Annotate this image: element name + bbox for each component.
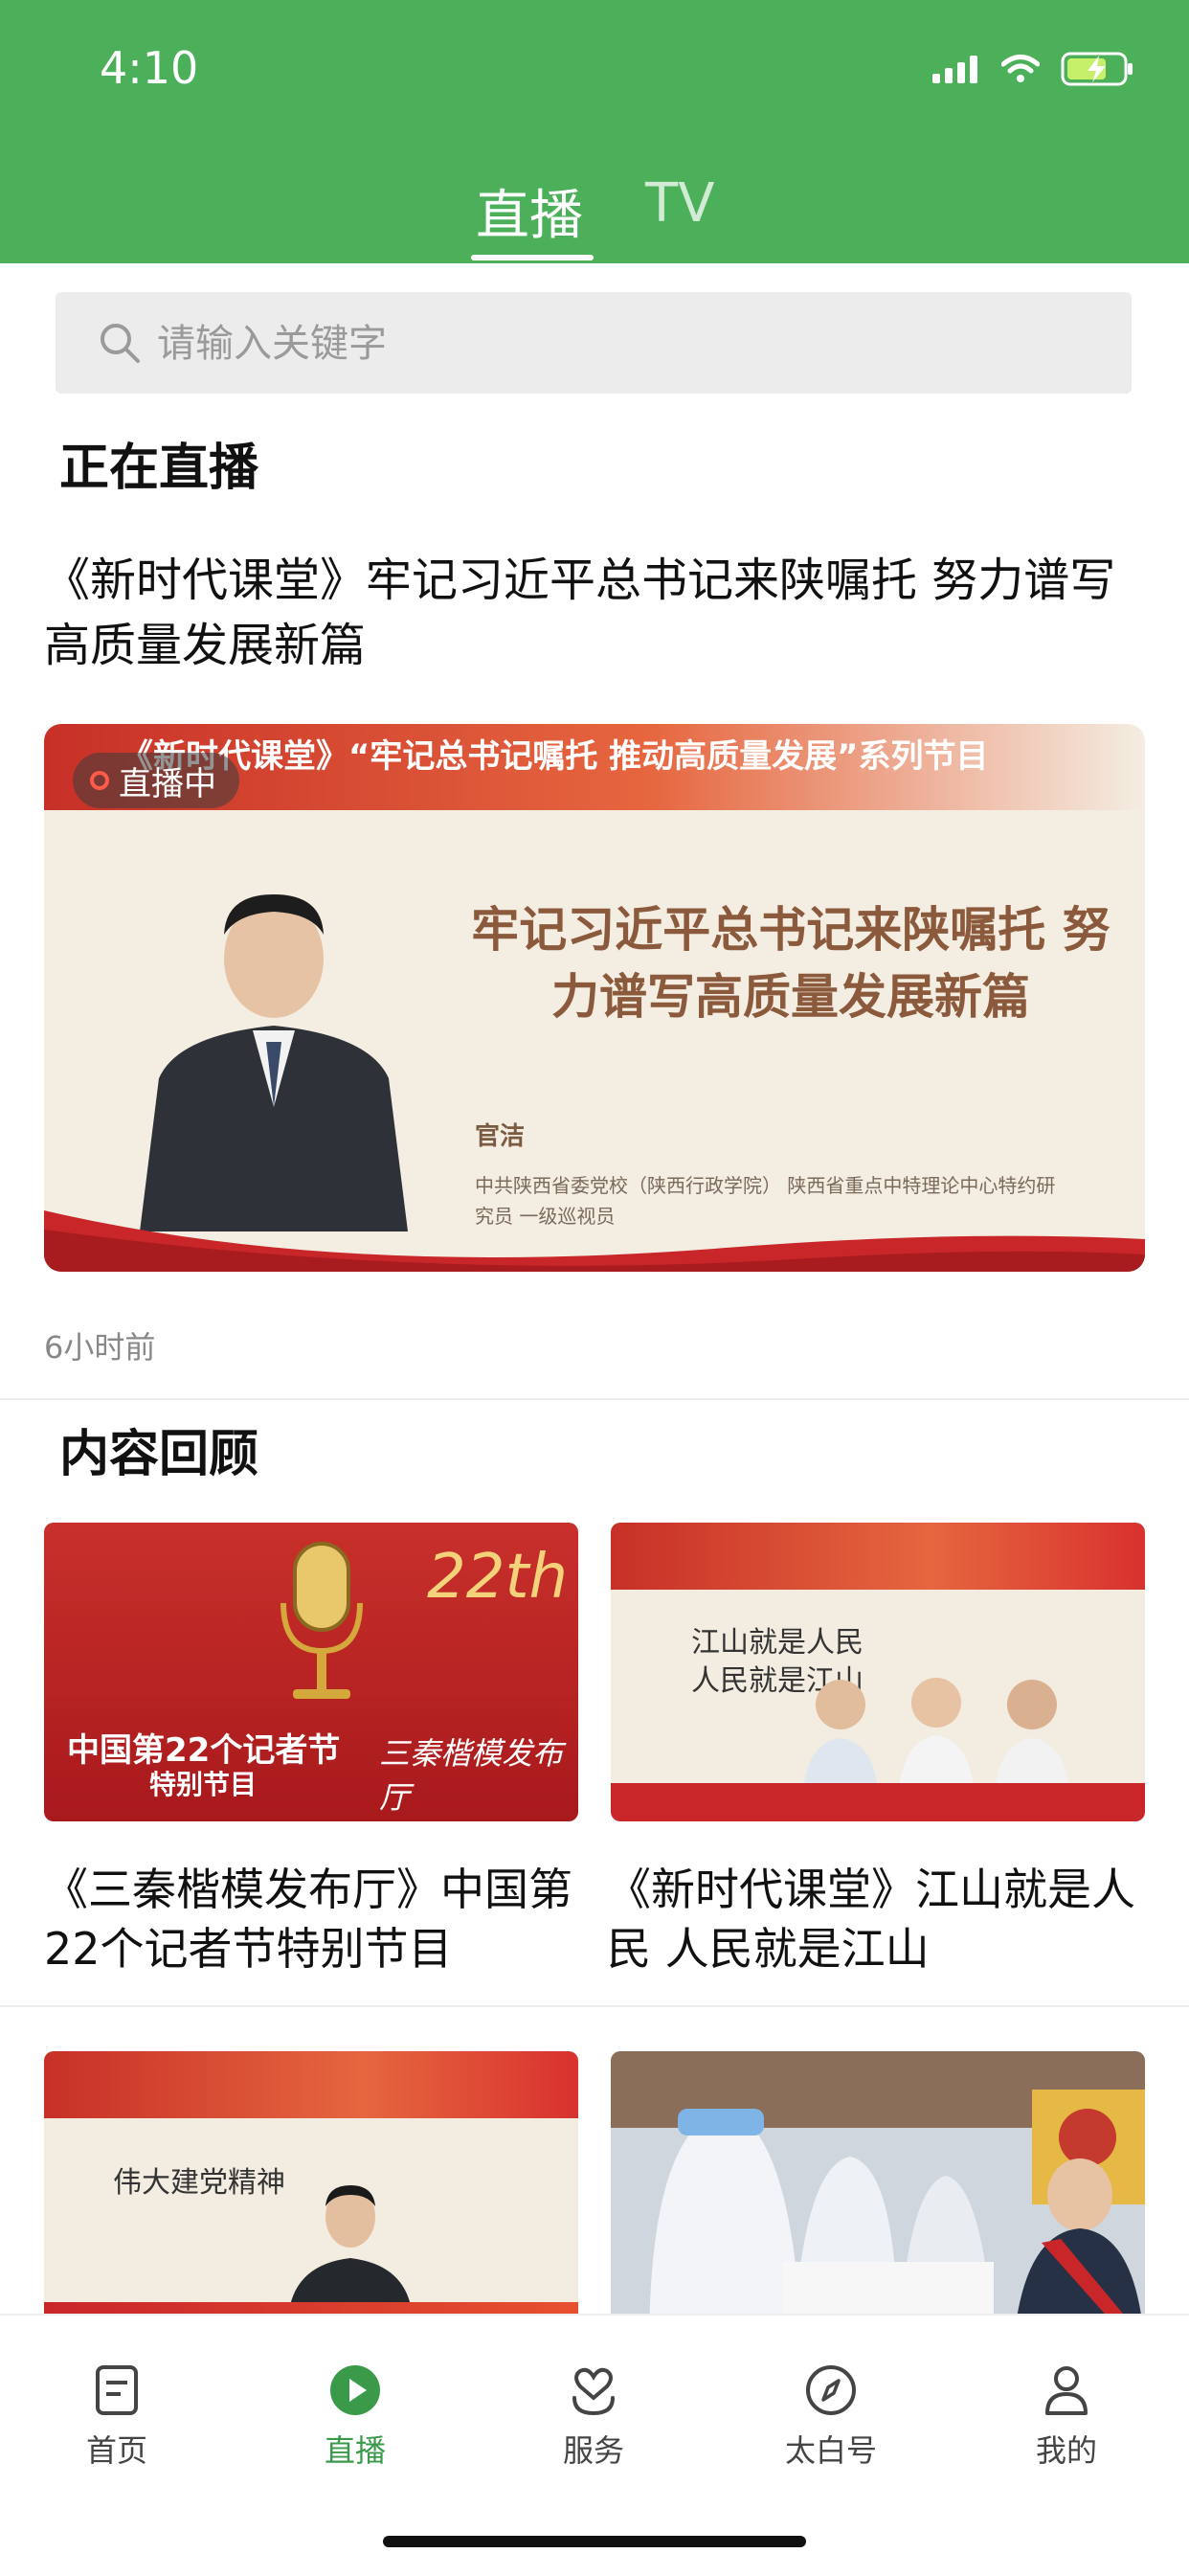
banner-speaker-name: 官洁: [475, 1122, 526, 1151]
speaker-photo: [140, 894, 408, 1232]
nav-label-taibai: 太白号: [784, 2432, 877, 2469]
nav-home[interactable]: 首页: [40, 2363, 193, 2471]
review-section-title: 内容回顾: [59, 1426, 259, 1483]
thumb-top-band: [44, 2051, 578, 2118]
review-card-thumb-4[interactable]: [611, 2051, 1145, 2350]
thumb-text-program: 三秦楷模发布厅: [379, 1735, 564, 1816]
tab-tv[interactable]: TV: [645, 172, 715, 235]
microphone-icon: [280, 1542, 363, 1699]
status-time: 4:10: [100, 42, 199, 94]
live-dot-icon: [90, 771, 109, 790]
nav-taibai[interactable]: 太白号: [754, 2363, 908, 2471]
thumb-text-line1: 江山就是人民: [691, 1626, 864, 1660]
live-time-ago: 6小时前: [44, 1329, 156, 1366]
service-heart-icon: [572, 2367, 615, 2416]
thumb-text-line1: 伟大建党精神: [113, 2166, 285, 2200]
battery-charging-icon: [1061, 52, 1133, 86]
live-section-title: 正在直播: [59, 440, 259, 497]
signal-icon: [932, 56, 977, 83]
review-card-title-1[interactable]: 《三秦楷模发布厅》中国第22个记者节特别节目: [44, 1860, 580, 1978]
review-card-title-2[interactable]: 《新时代课堂》江山就是人民 人民就是江山: [607, 1860, 1143, 1978]
thumb-text-sub: 特别节目: [149, 1769, 258, 1800]
compass-icon: [806, 2365, 856, 2415]
live-badge: 直播中: [73, 753, 239, 808]
tab-live[interactable]: 直播: [476, 172, 583, 250]
thumb-top-band: [611, 1523, 1145, 1590]
app-header: 4:10 直播 TV: [0, 0, 1189, 263]
review-card-thumb-1[interactable]: 22th 中国第22个记者节 特别节目 三秦楷模发布厅: [44, 1523, 578, 1821]
medical-workers-photo: [611, 2051, 1145, 2350]
live-banner[interactable]: 《新时代课堂》“牢记总书记嘱托 推动高质量发展”系列节目 直播中 牢记习近平总书…: [44, 724, 1145, 1272]
live-badge-label: 直播中: [119, 764, 216, 803]
banner-red-swoosh: [44, 1210, 1145, 1272]
thumb-red-band: [611, 1783, 1145, 1821]
search-icon: [101, 324, 140, 363]
profile-icon: [1045, 2366, 1088, 2415]
search-bar[interactable]: [56, 292, 1132, 395]
search-input[interactable]: [155, 292, 1097, 395]
nav-label-home: 首页: [85, 2432, 147, 2469]
nav-label-service: 服务: [562, 2432, 624, 2469]
active-tab-indicator: [471, 255, 594, 260]
speaker-photo: [288, 2185, 413, 2317]
nav-mine[interactable]: 我的: [990, 2363, 1143, 2471]
nav-service[interactable]: 服务: [517, 2363, 670, 2471]
home-doc-icon: [96, 2365, 138, 2415]
section-divider: [0, 1398, 1189, 1400]
banner-headline: 牢记习近平总书记来陕嘱托 努力谱写高质量发展新篇: [471, 902, 1110, 1025]
review-card-thumb-3[interactable]: 伟大建党精神: [44, 2051, 578, 2350]
banner-top-text: 《新时代课堂》“牢记总书记嘱托 推动高质量发展”系列节目: [121, 737, 989, 776]
wifi-icon: [1001, 55, 1040, 82]
live-item-title[interactable]: 《新时代课堂》牢记习近平总书记来陕嘱托 努力谱写高质量发展新篇: [44, 548, 1145, 678]
nav-label-mine: 我的: [1035, 2432, 1097, 2469]
top-tabs: 直播 TV: [0, 163, 1189, 263]
home-indicator[interactable]: [383, 2536, 806, 2547]
nav-label-live: 直播: [324, 2432, 386, 2469]
thumb-22th-label: 22th: [427, 1542, 569, 1613]
nav-live[interactable]: 直播: [279, 2363, 432, 2471]
play-circle-icon: [330, 2365, 380, 2415]
review-card-thumb-2[interactable]: 江山就是人民 人民就是江山: [611, 1523, 1145, 1821]
row-divider: [0, 2005, 1189, 2007]
status-icons: [931, 50, 1135, 88]
